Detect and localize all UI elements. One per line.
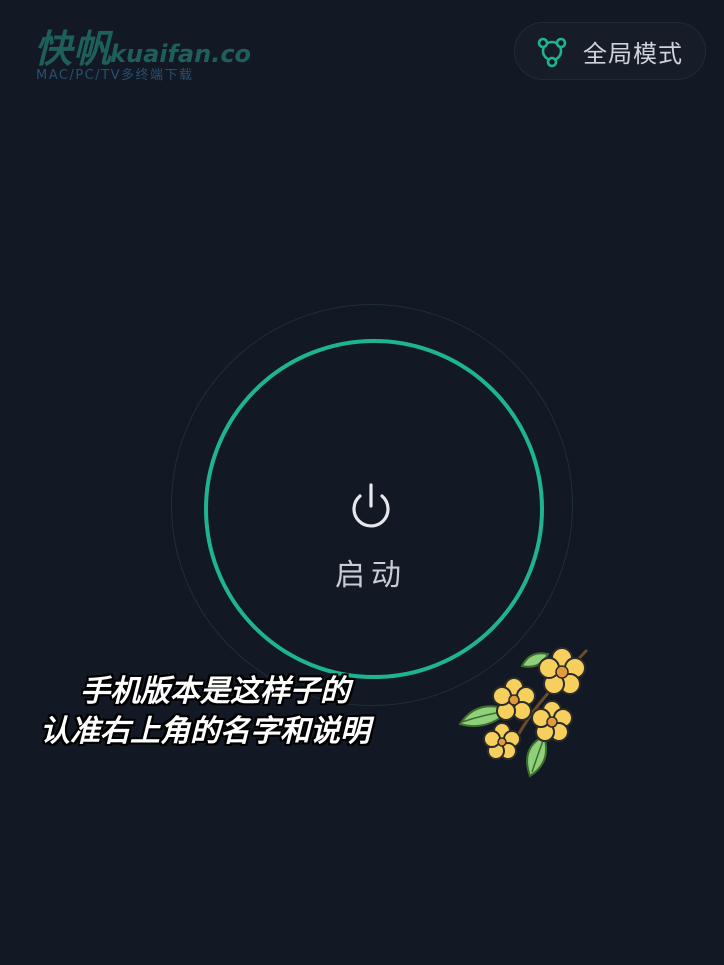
start-label: 启动 (335, 558, 407, 593)
global-mode-button[interactable]: 全局模式 (514, 22, 706, 80)
watermark-subtitle: MAC/PC/TV多终端下载 (36, 68, 194, 83)
watermark-logo: 快帆kuaifan.co MAC/PC/TV多终端下载 (34, 18, 254, 88)
caption-line-2: 认准右上角的名字和说明 (40, 714, 370, 749)
osmanthus-flower-sticker (452, 636, 602, 786)
power-icon[interactable] (343, 480, 399, 536)
video-caption: 手机版本是这样子的 认准右上角的名字和说明 (40, 672, 460, 752)
caption-line-1: 手机版本是这样子的 (80, 674, 350, 709)
app-screen: 快帆kuaifan.co MAC/PC/TV多终端下载 全局模式 启动 手机版本… (0, 0, 724, 965)
global-mode-label: 全局模式 (583, 39, 683, 68)
global-mode-icon (535, 34, 569, 68)
